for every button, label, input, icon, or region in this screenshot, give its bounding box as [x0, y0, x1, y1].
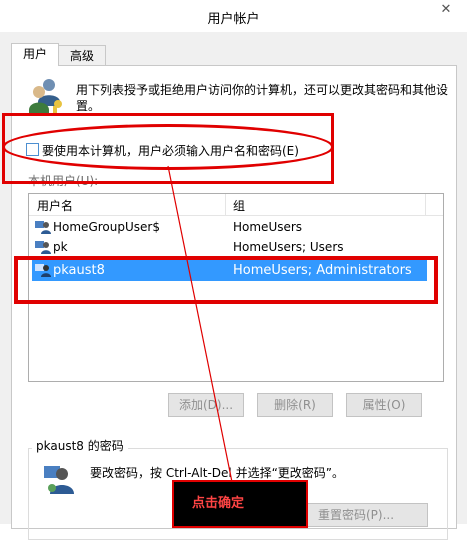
tab-users-label: 用户	[22, 47, 47, 61]
annotation-callout-text: 点击确定	[192, 496, 245, 511]
annotation-pointer-line	[167, 165, 233, 483]
tab-users[interactable]: 用户	[11, 43, 59, 66]
annotation-callout: 点击确定	[172, 480, 308, 528]
